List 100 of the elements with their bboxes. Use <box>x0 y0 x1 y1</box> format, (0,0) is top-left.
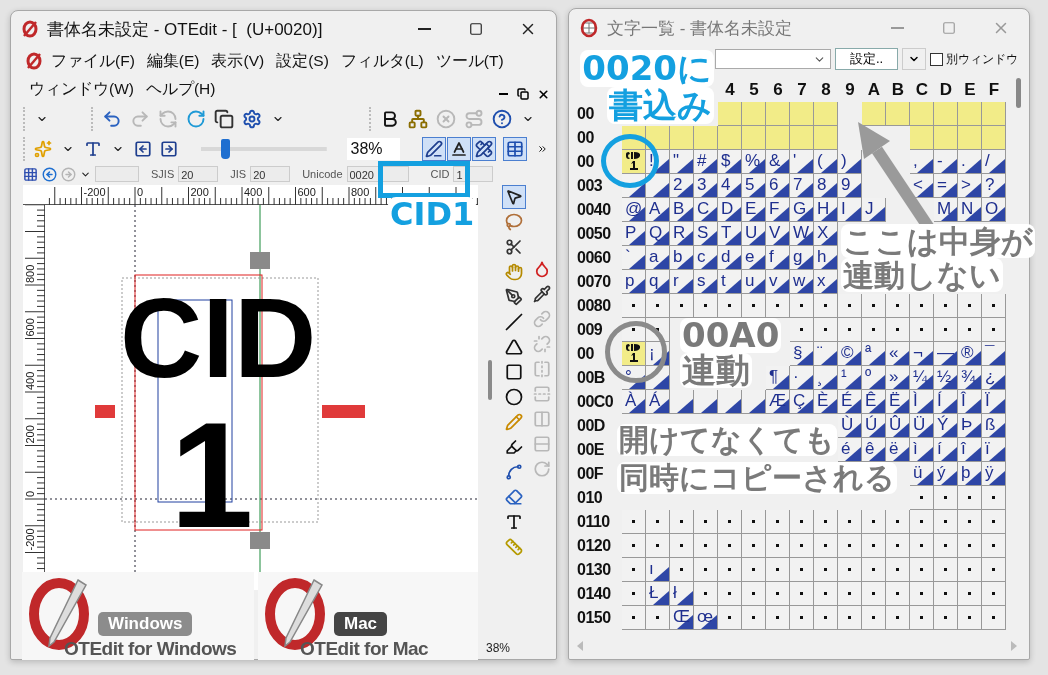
glyph-cell[interactable]: V <box>766 222 790 246</box>
glyph-cell[interactable]: g <box>790 246 814 270</box>
glyph-cell[interactable]: ê <box>862 438 886 462</box>
glyph-cell[interactable]: w <box>790 270 814 294</box>
glyph-cell[interactable]: 5 <box>742 174 766 198</box>
close-button[interactable] <box>536 87 550 101</box>
highlighted-cell[interactable] <box>790 126 814 150</box>
glyph-cell[interactable]: p <box>622 270 646 294</box>
glyph-cell[interactable]: ) <box>838 150 862 174</box>
scroll-thumb[interactable] <box>488 360 492 400</box>
glyph-cell[interactable]: " <box>670 150 694 174</box>
glyph-cell[interactable]: Þ <box>958 414 982 438</box>
code-field[interactable]: 0020 <box>346 166 409 182</box>
slider-thumb[interactable] <box>220 139 230 159</box>
glyph-cell[interactable]: ß <box>982 414 1006 438</box>
glyph-cell[interactable]: % <box>742 150 766 174</box>
glyph-cell[interactable]: J <box>862 198 886 222</box>
highlighted-cell[interactable] <box>862 102 886 126</box>
glyph-cell[interactable]: 7 <box>790 174 814 198</box>
glyph-cell[interactable]: ë <box>886 438 910 462</box>
glyph-cell[interactable]: í <box>934 438 958 462</box>
menu-item[interactable]: 設定(S) <box>272 48 333 74</box>
glyph-cell[interactable]: Ê <box>862 390 886 414</box>
glyph-cell[interactable]: A <box>646 198 670 222</box>
glyph-cell[interactable]: ï <box>982 438 1006 462</box>
menu-item[interactable]: ファイル(F) <box>47 48 139 74</box>
glyph-cell[interactable]: C <box>694 198 718 222</box>
glyph-cell[interactable]: þ <box>958 462 982 486</box>
glyph-cell[interactable]: P <box>622 222 646 246</box>
glyph-cell[interactable]: & <box>766 150 790 174</box>
glyph-cell[interactable]: Æ <box>766 390 790 414</box>
glyph-cell[interactable]: Í <box>934 390 958 414</box>
glyph-cell[interactable]: = <box>934 174 958 198</box>
glyph-cell[interactable]: ( <box>814 150 838 174</box>
highlighted-cell[interactable] <box>622 150 646 174</box>
glyph-cell[interactable] <box>718 390 742 414</box>
settings-button[interactable]: 設定.. <box>835 48 899 70</box>
glyph-cell[interactable]: Û <box>886 414 910 438</box>
glyph-cell[interactable]: ` <box>622 246 646 270</box>
menu-item[interactable]: フィルタ(L) <box>336 48 428 74</box>
glyph-cell[interactable]: r <box>670 270 694 294</box>
checkbox[interactable] <box>930 52 944 66</box>
glyph-cell[interactable]: — <box>934 342 958 366</box>
glyph-cell[interactable]: ¨ <box>814 342 838 366</box>
highlighted-cell[interactable] <box>814 102 838 126</box>
glyph-cell[interactable]: ¿ <box>982 366 1006 390</box>
glyph-cell[interactable]: î <box>958 438 982 462</box>
highlighted-cell[interactable] <box>934 102 958 126</box>
code-field[interactable]: 20 <box>178 166 219 182</box>
glyph-cell[interactable]: N <box>958 198 982 222</box>
menu-item[interactable]: 編集(E) <box>142 48 204 74</box>
glyph-cell[interactable]: I <box>838 198 862 222</box>
glyph-cell[interactable]: Á <box>646 390 670 414</box>
glyph-cell[interactable] <box>694 390 718 414</box>
glyph-cell[interactable]: b <box>670 246 694 270</box>
glyph-cell[interactable]: ® <box>958 342 982 366</box>
glyph-cell[interactable]: $ <box>718 150 742 174</box>
glyph-cell[interactable]: u <box>742 270 766 294</box>
glyph-cell[interactable]: ł <box>670 582 694 606</box>
highlighted-cell[interactable] <box>790 102 814 126</box>
glyph-cell[interactable]: . <box>958 150 982 174</box>
glyph-cell[interactable]: œ <box>694 606 718 630</box>
glyph-cell[interactable]: ? <box>982 174 1006 198</box>
dropdown-button[interactable] <box>902 48 927 70</box>
glyph-cell[interactable]: c <box>694 246 718 270</box>
glyph-cell[interactable]: > <box>958 174 982 198</box>
glyph-cell[interactable]: Ú <box>862 414 886 438</box>
toolbar-button[interactable] <box>472 137 496 161</box>
tool-button[interactable] <box>502 185 526 209</box>
font-select[interactable] <box>715 49 831 69</box>
glyph-cell[interactable] <box>742 390 766 414</box>
glyph-cell[interactable]: ¶ <box>766 366 790 390</box>
glyph-cell[interactable]: 4 <box>718 174 742 198</box>
glyph-cell[interactable]: ¾ <box>958 366 982 390</box>
glyph-cell[interactable]: Ì <box>910 390 934 414</box>
glyph-cell[interactable] <box>670 390 694 414</box>
glyph-cell[interactable]: U <box>742 222 766 246</box>
highlighted-cell[interactable] <box>718 102 742 126</box>
glyph-cell[interactable]: ' <box>790 150 814 174</box>
highlighted-cell[interactable] <box>766 126 790 150</box>
highlighted-cell[interactable] <box>982 126 1006 150</box>
highlighted-cell[interactable] <box>622 342 646 366</box>
glyph-cell[interactable]: ý <box>934 462 958 486</box>
glyph-cell[interactable]: , <box>910 150 934 174</box>
input-field[interactable] <box>95 166 139 182</box>
glyph-cell[interactable]: ¯ <box>982 342 1006 366</box>
glyph-cell[interactable]: f <box>766 246 790 270</box>
glyph-cell[interactable] <box>646 174 670 198</box>
glyph-cell[interactable]: H <box>814 198 838 222</box>
glyph-cell[interactable]: ¹ <box>838 366 862 390</box>
highlighted-cell[interactable] <box>958 126 982 150</box>
glyph-cell[interactable]: « <box>886 342 910 366</box>
glyph-cell[interactable]: h <box>814 246 838 270</box>
glyph-cell[interactable]: ü <box>910 462 934 486</box>
glyph-cell[interactable]: Q <box>646 222 670 246</box>
glyph-cell[interactable]: s <box>694 270 718 294</box>
glyph-cell[interactable]: X <box>814 222 838 246</box>
glyph-cell[interactable]: F <box>766 198 790 222</box>
glyph-cell[interactable]: d <box>718 246 742 270</box>
menu-item[interactable]: ツール(T) <box>431 48 508 74</box>
